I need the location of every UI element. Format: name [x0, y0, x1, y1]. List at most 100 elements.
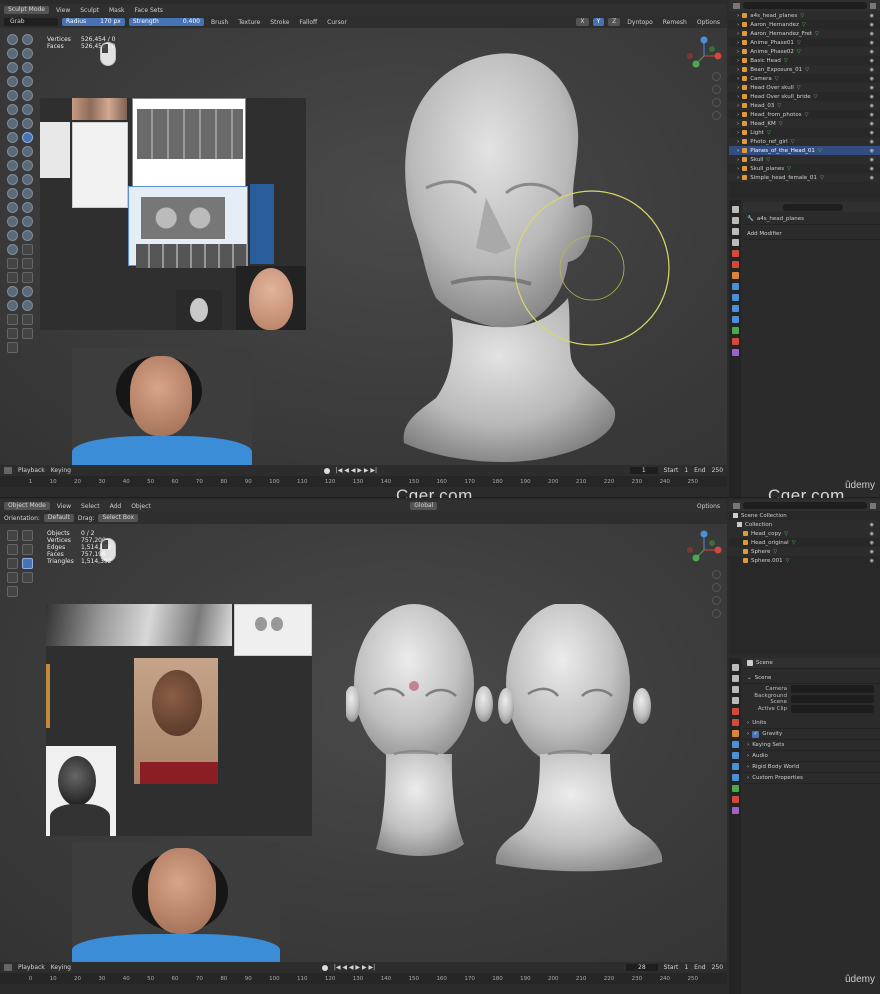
- physics-tab-icon-bottom[interactable]: [731, 763, 739, 770]
- outliner-item[interactable]: › Head_03 ▽ ◉: [729, 101, 880, 110]
- texture-tab-icon[interactable]: [731, 349, 739, 356]
- scene-collection-row[interactable]: Scene Collection: [729, 511, 880, 520]
- eye-icon[interactable]: ◉: [870, 103, 874, 109]
- rotate-icon[interactable]: [22, 544, 33, 555]
- outliner-item[interactable]: › Head_from_photos ▽ ◉: [729, 110, 880, 119]
- line-project-icon[interactable]: [22, 272, 33, 283]
- material-tab-icon-bottom[interactable]: [731, 796, 739, 803]
- eye-icon[interactable]: ◉: [870, 130, 874, 136]
- current-frame-field-bottom[interactable]: 28: [626, 964, 658, 971]
- box-face-set-icon[interactable]: [22, 258, 33, 269]
- object-tab-icon[interactable]: [731, 272, 739, 279]
- blob-brush-icon[interactable]: [22, 76, 33, 87]
- outliner-item[interactable]: › Simple_head_female_01 ▽ ◉: [729, 173, 880, 182]
- thumb-brush-icon[interactable]: [7, 160, 18, 171]
- cloth-brush-icon[interactable]: [7, 202, 18, 213]
- zoom-icon[interactable]: [712, 72, 721, 81]
- camera-view-icon[interactable]: [712, 98, 721, 107]
- simplify-brush-icon[interactable]: [22, 202, 33, 213]
- record-button-bottom[interactable]: [321, 964, 328, 971]
- expand-arrow-icon[interactable]: ›: [737, 49, 739, 55]
- outliner-item[interactable]: › Head Over skull ▽ ◉: [729, 83, 880, 92]
- constraints-tab-icon-bottom[interactable]: [731, 774, 739, 781]
- timeline-ruler-bottom[interactable]: 0 10 20 30 40 50 60 70 80 90 100 110 120 130 140 150 160…: [0, 973, 727, 984]
- start-frame-field[interactable]: 1: [684, 467, 688, 474]
- axis-z-toggle[interactable]: Z: [608, 18, 621, 26]
- bg-scene-field[interactable]: [791, 695, 874, 703]
- outliner-item[interactable]: › Aaron_Hernandez_Fret ▽ ◉: [729, 29, 880, 38]
- dropdown-stroke[interactable]: Stroke: [267, 19, 292, 26]
- timeline-editor-icon[interactable]: [4, 467, 12, 474]
- paint-brush-icon[interactable]: [22, 230, 33, 241]
- expand-arrow-icon[interactable]: ›: [737, 58, 739, 64]
- expand-arrow-icon[interactable]: ›: [737, 67, 739, 73]
- orientation-dropdown[interactable]: Default: [43, 514, 74, 522]
- dyntopo-toggle[interactable]: Dyntopo: [624, 19, 655, 26]
- properties-section[interactable]: › Keying Sets: [743, 740, 880, 751]
- outliner-editor-icon[interactable]: [733, 2, 740, 9]
- radius-field[interactable]: Radius 170 px: [62, 18, 125, 26]
- filter-icon[interactable]: [870, 2, 876, 9]
- expand-arrow-icon[interactable]: ›: [737, 13, 739, 19]
- smear-brush-icon[interactable]: [7, 244, 18, 255]
- grab-brush-icon[interactable]: [22, 132, 33, 143]
- ortho-grid-icon-bottom[interactable]: [712, 609, 721, 618]
- color-filter-icon[interactable]: [7, 300, 18, 311]
- annotate-icon[interactable]: [7, 572, 18, 583]
- modifier-tab-icon-bottom[interactable]: [731, 741, 739, 748]
- expand-arrow-icon[interactable]: ›: [737, 94, 739, 100]
- outliner-item[interactable]: › Bean_Exposure_01 ▽ ◉: [729, 65, 880, 74]
- constraints-tab-icon[interactable]: [731, 316, 739, 323]
- outliner-item[interactable]: Head_original ▽ ◉: [729, 538, 880, 547]
- data-tab-icon[interactable]: [731, 327, 739, 334]
- eye-icon[interactable]: ◉: [870, 157, 874, 163]
- eye-icon[interactable]: ◉: [870, 166, 874, 172]
- menu-view-bottom[interactable]: View: [54, 503, 74, 510]
- expand-arrow-icon[interactable]: ›: [737, 175, 739, 181]
- outliner-search-field-bottom[interactable]: [743, 502, 867, 509]
- playback-controls[interactable]: |◀ ◀ ◀ ▶ ▶ ▶|: [336, 467, 377, 474]
- end-frame-field[interactable]: 250: [712, 467, 723, 474]
- measure-icon[interactable]: [22, 572, 33, 583]
- material-tab-icon[interactable]: [731, 338, 739, 345]
- render-tab-icon[interactable]: [731, 217, 739, 224]
- slide-relax-brush-icon[interactable]: [7, 188, 18, 199]
- bottom-viewport[interactable]: Objects 0 / 2 Vertices 757,200 Edges 1,514,…: [0, 524, 727, 962]
- outliner-item[interactable]: Head_copy ▽ ◉: [729, 529, 880, 538]
- transform-icon[interactable]: [22, 558, 33, 569]
- smooth-brush-icon[interactable]: [22, 90, 33, 101]
- properties-section[interactable]: › Units: [743, 718, 880, 729]
- drag-dropdown[interactable]: Select Box: [98, 514, 139, 522]
- eye-icon[interactable]: ◉: [870, 13, 874, 19]
- scene-tab-icon[interactable]: [731, 250, 739, 257]
- properties-section[interactable]: › Audio: [743, 751, 880, 762]
- pan-hand-icon-bottom[interactable]: [712, 583, 721, 592]
- cloth-filter-icon[interactable]: [22, 286, 33, 297]
- ortho-grid-icon[interactable]: [712, 111, 721, 120]
- active-clip-field[interactable]: [791, 705, 874, 713]
- particles-tab-icon[interactable]: [731, 294, 739, 301]
- axis-x-toggle[interactable]: X: [576, 18, 589, 26]
- crease-brush-icon[interactable]: [7, 90, 18, 101]
- move-tool-icon[interactable]: [7, 314, 18, 325]
- camera-view-icon-bottom[interactable]: [712, 596, 721, 605]
- elastic-deform-brush-icon[interactable]: [7, 146, 18, 157]
- object-tab-icon-bottom[interactable]: [731, 730, 739, 737]
- outliner-item[interactable]: › Basic Head ▽ ◉: [729, 56, 880, 65]
- timeline-editor-icon-bottom[interactable]: [4, 964, 12, 971]
- edit-face-set-icon[interactable]: [22, 300, 33, 311]
- eye-icon[interactable]: ◉: [870, 58, 874, 64]
- expand-arrow-icon[interactable]: ›: [737, 121, 739, 127]
- outliner-item[interactable]: Sphere.001 ▽ ◉: [729, 556, 880, 565]
- outliner-item[interactable]: › Skull ▽ ◉: [729, 155, 880, 164]
- layer-brush-icon[interactable]: [22, 62, 33, 73]
- annotate-tool-icon[interactable]: [7, 342, 18, 353]
- outliner-item[interactable]: Sphere ▽ ◉: [729, 547, 880, 556]
- data-tab-icon-bottom[interactable]: [731, 785, 739, 792]
- options-dropdown-bottom[interactable]: Options: [694, 503, 723, 510]
- tool-tab-icon-bottom[interactable]: [731, 664, 739, 671]
- eye-icon[interactable]: ◉: [870, 40, 874, 46]
- expand-arrow-icon[interactable]: ›: [737, 130, 739, 136]
- nudge-brush-icon[interactable]: [7, 174, 18, 185]
- expand-arrow-icon[interactable]: ›: [737, 22, 739, 28]
